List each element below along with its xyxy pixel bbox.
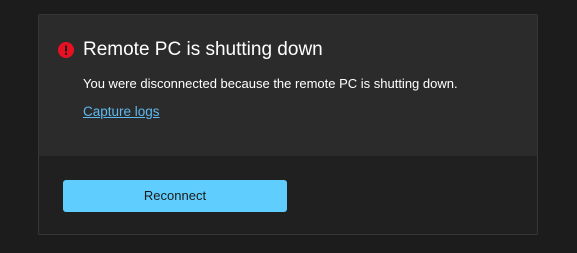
capture-logs-link[interactable]: Capture logs [83,103,160,121]
dialog-title: Remote PC is shutting down [83,39,323,60]
disconnect-dialog: Remote PC is shutting down You were disc… [38,14,538,235]
dialog-content: Remote PC is shutting down You were disc… [39,15,537,156]
reconnect-button[interactable]: Reconnect [63,180,287,212]
dialog-message: You were disconnected because the remote… [83,76,458,91]
error-icon [58,42,74,58]
dialog-header: Remote PC is shutting down [58,38,323,62]
dialog-footer: Reconnect [39,156,537,234]
